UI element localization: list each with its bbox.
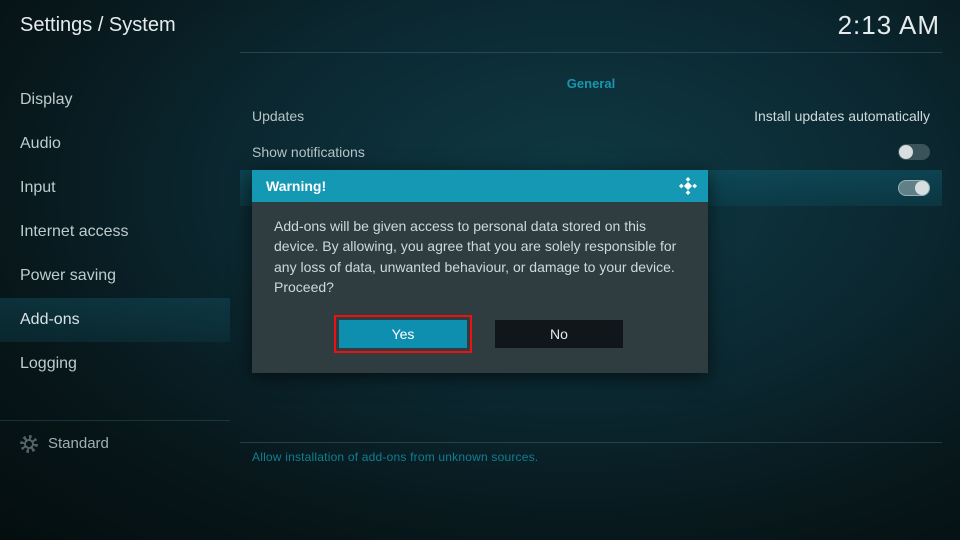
sidebar-item-label: Input <box>20 179 56 196</box>
sidebar-item-label: Logging <box>20 355 77 372</box>
section-title: General <box>240 70 942 98</box>
sidebar-item-label: Display <box>20 91 72 108</box>
toggle-unknown-sources[interactable] <box>898 180 930 196</box>
sidebar-item-input[interactable]: Input <box>0 166 230 210</box>
setting-label: Updates <box>252 108 304 124</box>
sidebar-item-logging[interactable]: Logging <box>0 342 230 386</box>
toggle-show-notifications[interactable] <box>898 144 930 160</box>
breadcrumb: Settings / System <box>20 14 176 37</box>
toggle-knob <box>915 181 929 195</box>
yes-button-highlight: Yes <box>334 315 472 353</box>
gear-icon <box>20 435 38 453</box>
sidebar-item-audio[interactable]: Audio <box>0 122 230 166</box>
warning-dialog: Warning! Add-ons will be given access to… <box>252 170 708 373</box>
kodi-logo-icon <box>678 176 698 196</box>
dialog-body: Add-ons will be given access to personal… <box>252 202 708 315</box>
sidebar-item-label: Internet access <box>20 223 129 240</box>
dialog-titlebar: Warning! <box>252 170 708 202</box>
divider-top <box>240 52 942 53</box>
yes-button[interactable]: Yes <box>339 320 467 348</box>
sidebar-item-display[interactable]: Display <box>0 78 230 122</box>
sidebar-item-label: Audio <box>20 135 61 152</box>
setting-label: Show notifications <box>252 144 365 160</box>
divider-bottom <box>240 442 942 443</box>
sidebar-item-label: Add-ons <box>20 311 80 328</box>
sidebar: Display Audio Input Internet access Powe… <box>0 78 230 386</box>
setting-updates[interactable]: Updates Install updates automatically <box>240 98 942 134</box>
setting-show-notifications[interactable]: Show notifications <box>240 134 942 170</box>
sidebar-item-power-saving[interactable]: Power saving <box>0 254 230 298</box>
help-text: Allow installation of add-ons from unkno… <box>252 450 538 464</box>
clock: 2:13 AM <box>838 10 940 41</box>
dialog-actions: Yes No <box>252 315 708 373</box>
settings-level[interactable]: Standard <box>0 420 230 466</box>
sidebar-item-label: Power saving <box>20 267 116 284</box>
sidebar-item-internet-access[interactable]: Internet access <box>0 210 230 254</box>
no-button[interactable]: No <box>495 320 623 348</box>
sidebar-item-add-ons[interactable]: Add-ons <box>0 298 230 342</box>
settings-level-label: Standard <box>48 435 109 452</box>
toggle-knob <box>899 145 913 159</box>
setting-value: Install updates automatically <box>754 108 930 124</box>
dialog-title: Warning! <box>266 178 326 194</box>
